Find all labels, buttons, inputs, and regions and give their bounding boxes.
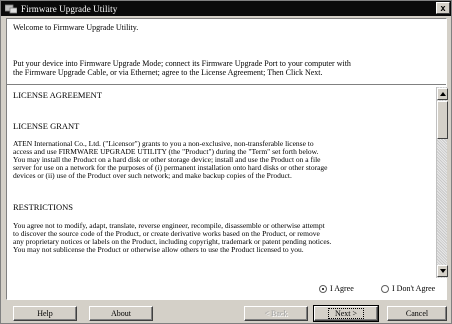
- radio-selected-icon[interactable]: [319, 284, 327, 293]
- arrow-down-icon: [440, 269, 446, 273]
- agree-label: I Agree: [330, 284, 354, 293]
- about-button[interactable]: About: [89, 306, 153, 321]
- license-text-area[interactable]: LICENSE AGREEMENT LICENSE GRANT ATEN Int…: [7, 87, 435, 278]
- next-button-label: Next >: [327, 308, 365, 319]
- license-grant-line: devices or (ii) use of the Product over …: [13, 171, 292, 180]
- radio-unselected-icon[interactable]: [381, 284, 389, 293]
- window-title: Firmware Upgrade Utility: [21, 3, 118, 14]
- disagree-radio[interactable]: I Don't Agree: [381, 284, 435, 293]
- license-grant-heading: LICENSE GRANT: [13, 121, 80, 131]
- cancel-button[interactable]: Cancel: [387, 306, 447, 321]
- content-panel: Welcome to Firmware Upgrade Utility. Put…: [6, 18, 448, 300]
- arrow-up-icon: [440, 92, 446, 96]
- next-button[interactable]: Next >: [313, 305, 379, 322]
- restrictions-line: You may not sublicense the Product or ot…: [13, 245, 304, 254]
- welcome-text: Welcome to Firmware Upgrade Utility.: [13, 23, 139, 32]
- scroll-up-button[interactable]: [437, 88, 448, 100]
- close-button[interactable]: x: [436, 2, 450, 14]
- agree-radio[interactable]: I Agree: [319, 284, 354, 293]
- agreement-row: I Agree I Don't Agree: [7, 279, 446, 299]
- firmware-upgrade-window: Firmware Upgrade Utility x Welcome to Fi…: [0, 0, 452, 324]
- scroll-down-button[interactable]: [437, 265, 448, 277]
- restrictions-heading: RESTRICTIONS: [13, 202, 73, 212]
- app-icon: [5, 4, 17, 13]
- license-scrollbar[interactable]: [436, 87, 448, 278]
- back-button[interactable]: < Back: [244, 306, 308, 321]
- scroll-thumb[interactable]: [437, 101, 448, 139]
- intro-section: Welcome to Firmware Upgrade Utility. Put…: [7, 19, 446, 85]
- help-button[interactable]: Help: [13, 306, 77, 321]
- license-agreement-heading: LICENSE AGREEMENT: [13, 90, 103, 100]
- instruction-text-line-1: Put your device into Firmware Upgrade Mo…: [13, 59, 351, 68]
- instruction-text-line-2: the Firmware Upgrade Cable, or via Ether…: [13, 68, 323, 77]
- title-bar: Firmware Upgrade Utility x: [1, 1, 451, 16]
- disagree-label: I Don't Agree: [392, 284, 436, 293]
